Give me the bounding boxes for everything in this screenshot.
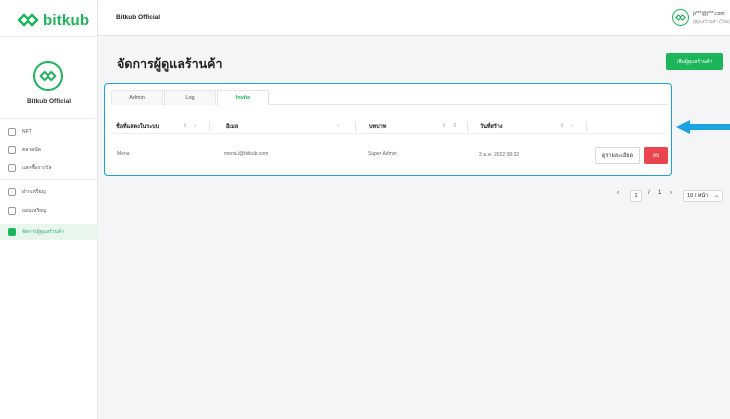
divider [209, 122, 210, 131]
user-role: ผู้ดูแลร้านค้า (ไทย) [693, 18, 730, 24]
sidebar-item-label: ฝากเหรียญ [22, 189, 46, 195]
cell-created: 3 ม.ค. 2022 08:32 [479, 152, 520, 158]
user-email: p***@j***.com [693, 10, 725, 17]
deposit-icon [8, 188, 16, 196]
divider [586, 122, 587, 131]
sidebar-item-label: จัดการผู้ดูแลร้านค้า [22, 229, 65, 235]
view-details-button[interactable]: ดูรายละเอียด [595, 147, 640, 164]
cell-name: Mena [117, 151, 130, 157]
sidebar-item-withdraw[interactable]: ถอนเหรียญ [4, 205, 94, 217]
chevron-down-icon: ⌄ [714, 193, 719, 199]
bitkub-logo-icon [17, 13, 39, 27]
column-header-name[interactable]: ชื่อที่แสดงในระบบ [116, 123, 159, 131]
brand-sub: NFT [68, 22, 79, 27]
column-header-role[interactable]: บทบาท [369, 123, 386, 131]
page-separator: / [648, 190, 650, 196]
sidebar-item-nft[interactable]: NFT [4, 126, 94, 138]
top-header: Bitkub Official p***@j***.com ผู้ดูแลร้า… [98, 0, 730, 36]
next-page-button[interactable]: › [670, 190, 672, 196]
arrow-left-icon [676, 120, 730, 134]
shop-avatar [33, 61, 63, 91]
divider [0, 179, 98, 180]
header-title: Bitkub Official [116, 14, 161, 21]
shop-name: Bitkub Official [26, 98, 72, 105]
divider [0, 36, 98, 37]
filter-icon[interactable]: ⊽ [453, 123, 457, 129]
withdraw-icon [8, 207, 16, 215]
tab-bar: Admin Log Invite [111, 90, 668, 105]
brand-logo[interactable]: bitkub [17, 10, 89, 30]
calendar-icon [8, 146, 16, 154]
page-title: จัดการผู้ดูแลร้านค้า [117, 57, 223, 71]
divider [355, 122, 356, 131]
sidebar-item-admin[interactable]: จัดการผู้ดูแลร้านค้า [0, 224, 98, 240]
divider [467, 122, 468, 131]
table-row: Mena mena.l@bitkub.com Super Admin 3 ม.ค… [111, 136, 668, 164]
download-icon [8, 128, 16, 136]
prev-page-button[interactable]: ‹ [617, 190, 619, 196]
brand-name: bitkub [43, 11, 90, 29]
search-icon[interactable]: ⌕ [571, 123, 574, 129]
sort-icon[interactable]: ⇕ [183, 123, 187, 129]
delete-button[interactable]: ลบ [644, 147, 668, 164]
divider [0, 118, 98, 119]
bitkub-logo-icon [675, 14, 686, 21]
admin-icon [8, 228, 16, 236]
total-pages: 1 [658, 190, 662, 196]
user-info: p***@j***.com ผู้ดูแลร้านค้า (ไทย) [693, 11, 730, 25]
gift-icon [8, 164, 16, 172]
sidebar-item-rewards[interactable]: แลกซื้อรางวัล [4, 162, 94, 174]
page-size-label: 10 / หน้า [687, 193, 709, 199]
page-size-select[interactable]: 10 / หน้า ⌄ [683, 190, 723, 202]
sidebar-item-deposit[interactable]: ฝากเหรียญ [4, 186, 94, 198]
sidebar-item-label: แลกซื้อรางวัล [22, 165, 52, 171]
bitkub-logo-icon [39, 70, 57, 82]
tab-log[interactable]: Log [164, 90, 216, 105]
table-header: ชื่อที่แสดงในระบบ ⇕ ⌕ อีเมล ⌕ บทบาท ⇕ ⊽ … [111, 118, 668, 134]
search-icon[interactable]: ⌕ [337, 123, 340, 129]
search-icon[interactable]: ⌕ [194, 123, 197, 129]
tab-admin[interactable]: Admin [111, 90, 163, 105]
avatar [672, 9, 690, 26]
sort-icon[interactable]: ⇕ [560, 123, 564, 129]
sidebar: bitkub NFT Bitkub Official NFT ตลาดนัด แ… [0, 0, 98, 419]
add-admin-button[interactable]: เพิ่มผู้ดูแลร้านค้า [666, 53, 723, 70]
page-number-input[interactable]: 1 [630, 190, 642, 202]
admin-table-card: Admin Log Invite ชื่อที่แสดงในระบบ ⇕ ⌕ อ… [104, 83, 672, 176]
sidebar-item-label: NFT [22, 129, 32, 135]
sidebar-item-market[interactable]: ตลาดนัด [4, 144, 94, 156]
tab-invite[interactable]: Invite [217, 90, 269, 105]
column-header-created[interactable]: วันที่สร้าง [480, 123, 503, 131]
sidebar-item-label: ถอนเหรียญ [22, 208, 47, 214]
cell-role: Super Admin [368, 151, 397, 157]
user-menu[interactable]: p***@j***.com ผู้ดูแลร้านค้า (ไทย) [672, 9, 730, 26]
sort-icon[interactable]: ⇕ [442, 123, 446, 129]
cell-email: mena.l@bitkub.com [224, 151, 269, 157]
column-header-email[interactable]: อีเมล [226, 123, 238, 131]
sidebar-item-label: ตลาดนัด [22, 147, 42, 153]
